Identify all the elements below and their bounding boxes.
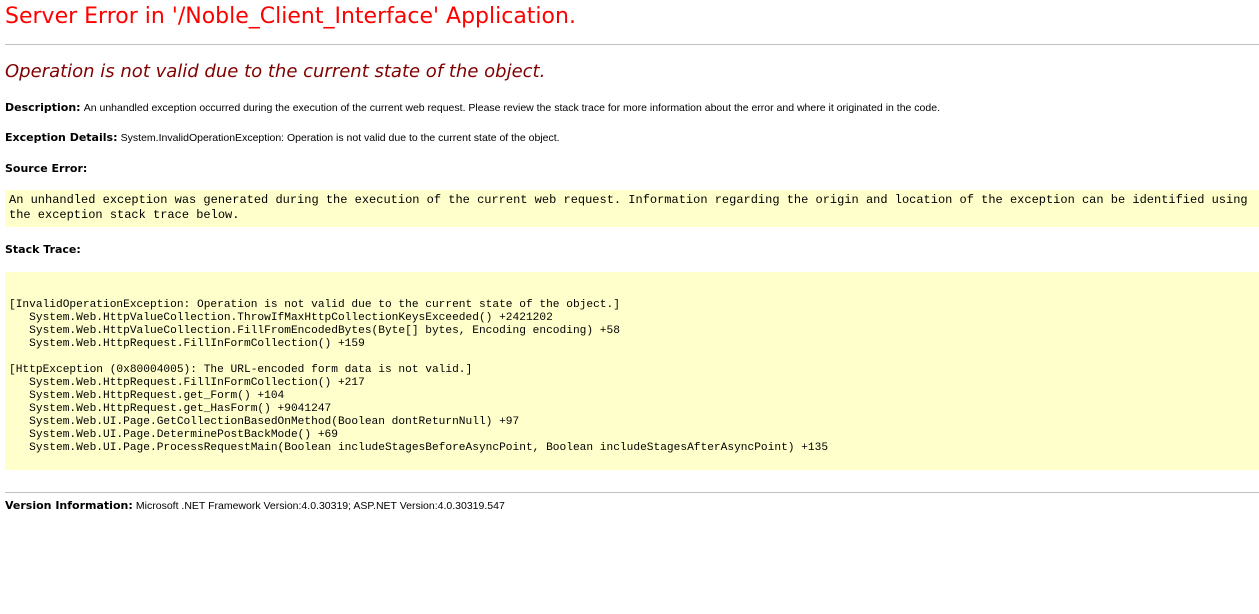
source-error-box: An unhandled exception was generated dur… xyxy=(5,190,1259,227)
error-page: Server Error in '/Noble_Client_Interface… xyxy=(0,0,1259,614)
stack-trace-line: [HttpException (0x80004005): The URL-enc… xyxy=(9,364,473,376)
source-error-text[interactable]: An unhandled exception was generated dur… xyxy=(9,193,1248,222)
divider-top xyxy=(5,44,1259,45)
description-label: Description: xyxy=(5,101,81,114)
exception-details-line: Exception Details: System.InvalidOperati… xyxy=(5,131,560,144)
stack-trace-line: [InvalidOperationException: Operation is… xyxy=(9,299,620,311)
exception-details-label: Exception Details: xyxy=(5,131,118,144)
version-information-line: Version Information: Microsoft .NET Fram… xyxy=(5,499,505,512)
divider-bottom xyxy=(5,492,1259,493)
version-information-text: Microsoft .NET Framework Version:4.0.303… xyxy=(135,500,505,512)
stack-trace-line: System.Web.UI.Page.DeterminePostBackMode… xyxy=(9,429,338,441)
stack-trace-box[interactable]: [InvalidOperationException: Operation is… xyxy=(5,272,1259,470)
stack-trace-line: System.Web.UI.Page.ProcessRequestMain(Bo… xyxy=(9,442,829,454)
stack-trace-line: System.Web.HttpRequest.get_HasForm() +90… xyxy=(9,403,332,415)
source-error-heading: Source Error: xyxy=(5,162,87,175)
exception-details-text: System.InvalidOperationException: Operat… xyxy=(120,132,560,144)
stack-trace-line: System.Web.HttpRequest.get_Form() +104 xyxy=(9,390,285,402)
stack-trace-line: System.Web.HttpValueCollection.ThrowIfMa… xyxy=(9,312,553,324)
stack-trace-line: System.Web.HttpRequest.FillInFormCollect… xyxy=(9,377,365,389)
error-message: Operation is not valid due to the curren… xyxy=(5,61,546,82)
source-error-label: Source Error: xyxy=(5,162,88,175)
stack-trace-line: System.Web.UI.Page.GetCollectionBasedOnM… xyxy=(9,416,520,428)
page-title: Server Error in '/Noble_Client_Interface… xyxy=(5,4,576,29)
version-information-label: Version Information: xyxy=(5,499,133,512)
stack-trace-heading: Stack Trace: xyxy=(5,243,81,256)
description-line: Description: An unhandled exception occu… xyxy=(5,101,940,114)
description-text: An unhandled exception occurred during t… xyxy=(83,102,940,114)
stack-trace-label: Stack Trace: xyxy=(5,243,81,256)
stack-trace-line: System.Web.HttpValueCollection.FillFromE… xyxy=(9,325,620,337)
stack-trace-line: System.Web.HttpRequest.FillInFormCollect… xyxy=(9,338,365,350)
